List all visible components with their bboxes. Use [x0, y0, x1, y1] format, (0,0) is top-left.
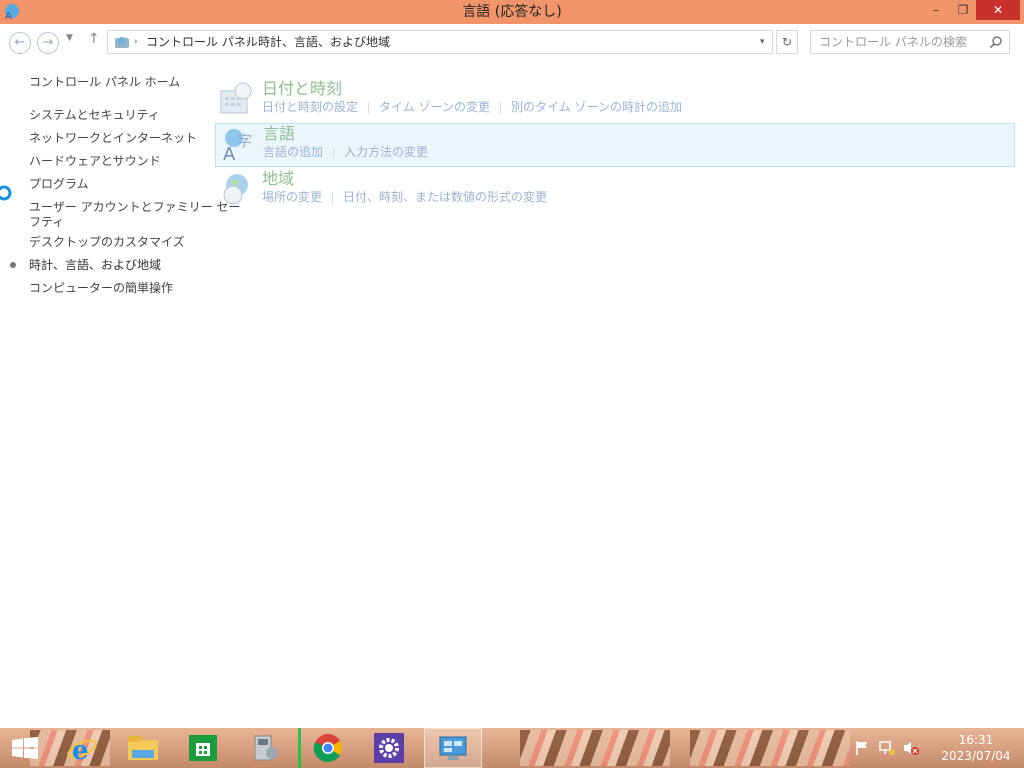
globe-clock-icon [223, 174, 248, 205]
taskbar: e 16:31 2023/07/04 [0, 728, 1024, 768]
window-title: 言語 (応答なし) [462, 4, 562, 20]
category-language: A 字 言語 言語の追加 入力方法の変更 [215, 123, 1015, 167]
category-date-time: 日付と時刻 日付と時刻の設定 タイム ゾーンの変更 別のタイム ゾーンの時計の追加 [215, 79, 1015, 123]
link-change-formats[interactable]: 日付、時刻、または数値の形式の変更 [343, 190, 547, 204]
sidebar-item-hardware-sound[interactable]: ハードウェアとサウンド [29, 153, 161, 169]
category-region: 地域 場所の変更 日付、時刻、または数値の形式の変更 [215, 169, 1015, 213]
language-icon: A 字 [223, 129, 252, 162]
action-center-flag-icon[interactable] [854, 740, 870, 756]
busy-cursor-icon [0, 185, 12, 201]
taskbar-ie-button[interactable]: e [54, 728, 112, 768]
breadcrumb-control-panel[interactable]: コントロール パネル [146, 31, 258, 53]
device-icon [254, 735, 278, 761]
close-button[interactable]: ✕ [976, 0, 1020, 20]
category-title-language[interactable]: 言語 [263, 124, 295, 144]
store-icon [189, 735, 217, 761]
link-set-date-time[interactable]: 日付と時刻の設定 [262, 100, 358, 114]
taskbar-store-button[interactable] [174, 728, 232, 768]
breadcrumb-clock-language-region[interactable]: 時計、言語、および地域 [258, 31, 390, 53]
clock-date: 2023/07/04 [941, 749, 1011, 763]
maximize-button[interactable]: ❐ [950, 0, 976, 20]
breadcrumb-separator[interactable]: › [134, 31, 138, 53]
clock-time: 16:31 [958, 733, 994, 747]
back-button[interactable]: ← [9, 32, 31, 54]
link-add-language[interactable]: 言語の追加 [263, 145, 323, 159]
title-bar: A 言語 (応答なし) – ❐ ✕ [0, 0, 1024, 24]
taskbar-control-panel-button[interactable] [424, 728, 482, 768]
system-clock[interactable]: 16:31 2023/07/04 [934, 732, 1018, 764]
sidebar-item-desktop[interactable]: デスクトップのカスタマイズ [29, 234, 185, 250]
sidebar-item-programs[interactable]: プログラム [29, 176, 89, 192]
start-button[interactable] [0, 728, 52, 768]
link-change-input-method[interactable]: 入力方法の変更 [344, 145, 428, 159]
search-box[interactable]: コントロール パネルの検索 [810, 30, 1010, 54]
internet-explorer-icon: e [67, 736, 97, 763]
network-icon[interactable] [878, 740, 896, 756]
recent-locations-dropdown[interactable]: ▼ [66, 33, 73, 43]
taskbar-settings-button[interactable] [360, 728, 418, 768]
breadcrumb-separator[interactable]: › [246, 31, 250, 53]
link-change-timezone[interactable]: タイム ゾーンの変更 [379, 100, 490, 114]
taskbar-device-button[interactable] [236, 728, 294, 768]
current-item-bullet [10, 262, 16, 268]
search-icon[interactable] [989, 35, 1003, 49]
svg-text:字: 字 [237, 132, 252, 150]
breadcrumb-separator[interactable]: › [384, 31, 388, 53]
volume-muted-icon[interactable] [902, 740, 920, 756]
sidebar-item-user-accounts-cont[interactable]: フティ [29, 214, 64, 230]
wallpaper-strip [690, 730, 850, 766]
address-dropdown-icon[interactable]: ▾ [760, 31, 765, 53]
svg-text:A: A [223, 144, 236, 162]
up-button[interactable]: ↑ [88, 31, 100, 47]
sidebar-item-clock-language-region: 時計、言語、および地域 [29, 258, 162, 272]
svg-text:e: e [72, 736, 89, 763]
sidebar-item-ease-of-access[interactable]: コンピューターの簡単操作 [29, 280, 173, 296]
category-title-date-time[interactable]: 日付と時刻 [262, 79, 342, 99]
control-panel-icon [115, 37, 129, 48]
category-title-region[interactable]: 地域 [262, 169, 294, 189]
taskbar-chrome-button[interactable] [298, 728, 356, 768]
calendar-clock-icon [220, 82, 252, 114]
gear-icon [374, 733, 404, 763]
address-bar[interactable]: › コントロール パネル › 時計、言語、および地域 › ▾ [107, 30, 773, 54]
minimize-button[interactable]: – [922, 0, 950, 20]
search-placeholder: コントロール パネルの検索 [819, 35, 967, 49]
wallpaper-strip [520, 730, 670, 766]
refresh-button[interactable]: ↻ [776, 30, 798, 54]
sidebar-item-system-security[interactable]: システムとセキュリティ [29, 107, 160, 123]
sidebar-item-user-accounts[interactable]: ユーザー アカウントとファミリー セー [29, 199, 240, 215]
taskbar-explorer-button[interactable] [114, 728, 172, 768]
navigation-bar: ← → ▼ ↑ › コントロール パネル › 時計、言語、および地域 › ▾ ↻… [0, 24, 1024, 60]
windows-logo-icon [12, 737, 38, 759]
forward-button[interactable]: → [37, 32, 59, 54]
sidebar-home-link[interactable]: コントロール パネル ホーム [29, 74, 180, 90]
link-add-clock[interactable]: 別のタイム ゾーンの時計の追加 [511, 100, 682, 114]
file-explorer-icon [128, 736, 158, 760]
control-panel-app-icon [439, 736, 467, 760]
sidebar-item-network[interactable]: ネットワークとインターネット [29, 130, 197, 146]
link-change-location[interactable]: 場所の変更 [262, 190, 322, 204]
chrome-icon [313, 734, 342, 763]
